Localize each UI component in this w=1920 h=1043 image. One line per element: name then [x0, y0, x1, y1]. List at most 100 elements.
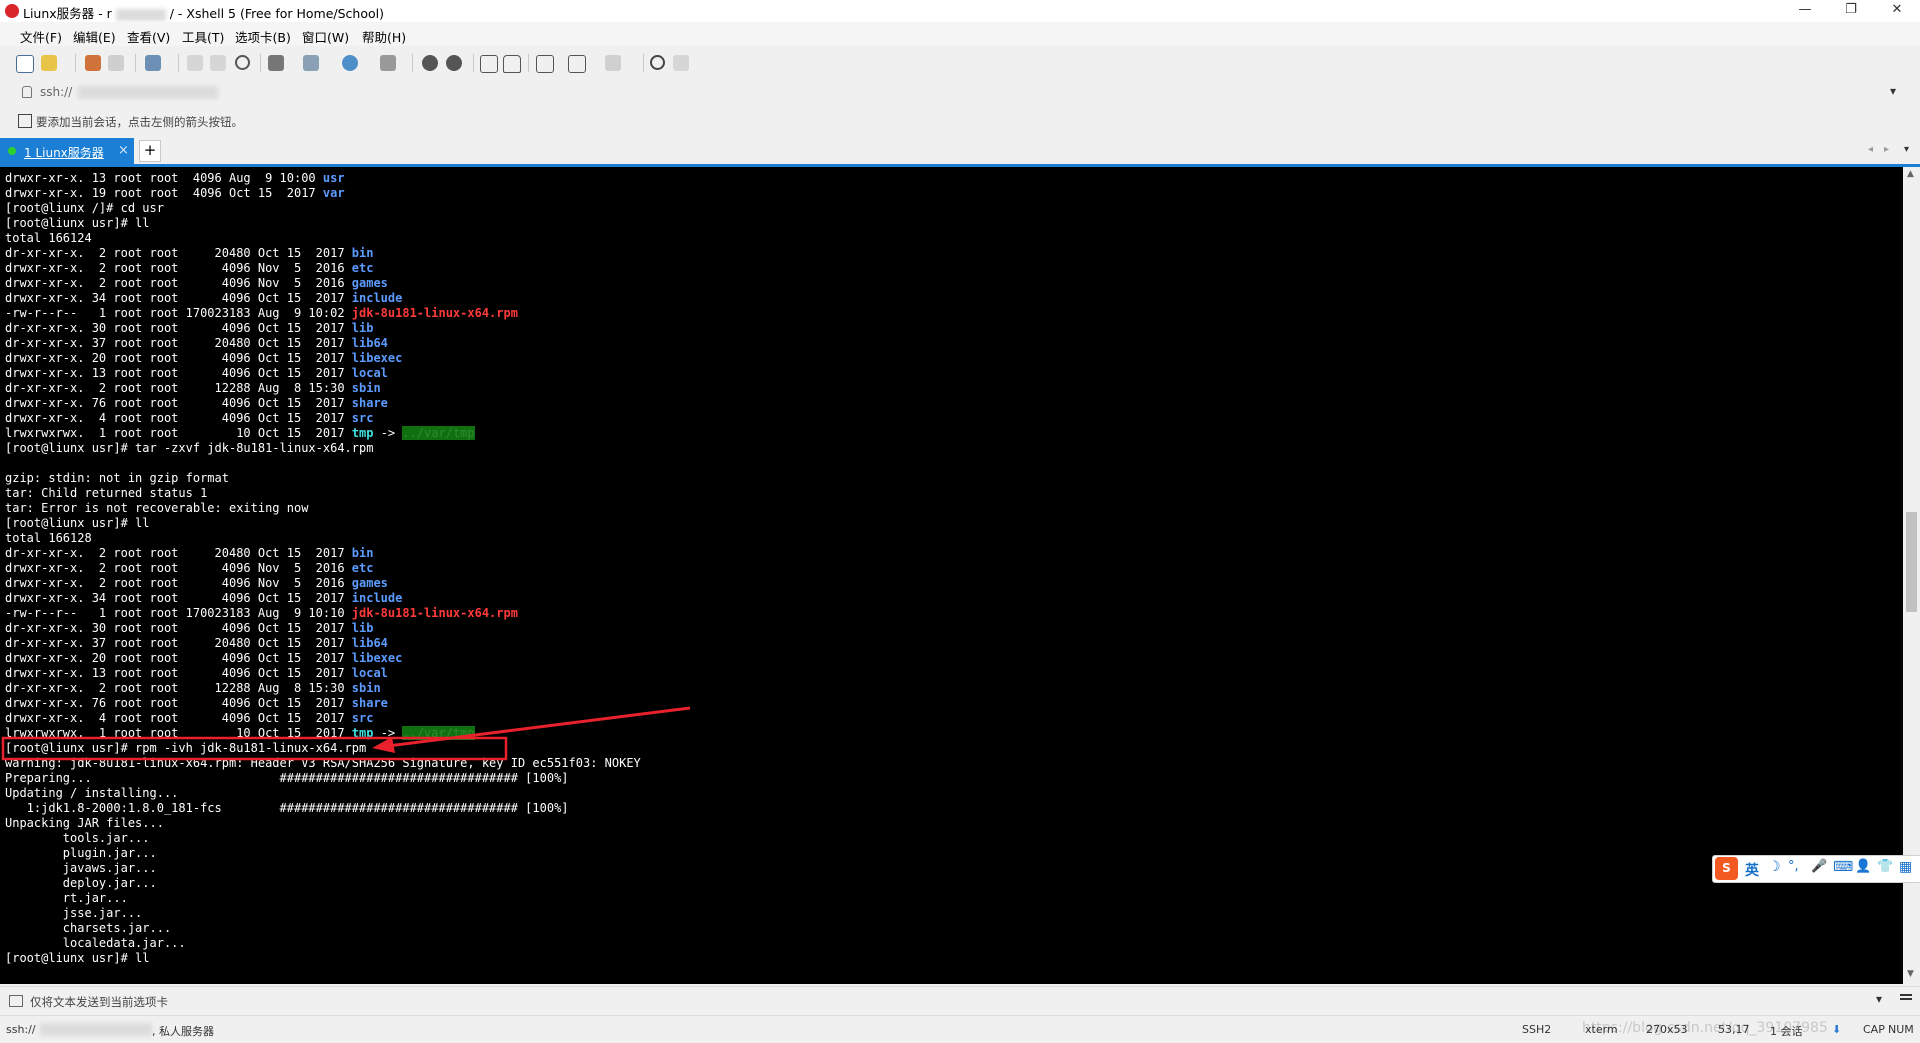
terminal-segment: src [351, 411, 374, 425]
terminal-line: [root@liunx /]# cd usr [5, 201, 164, 216]
terminal-segment: javaws.jar... [5, 861, 157, 875]
menu-help[interactable]: 帮助(H) [362, 27, 406, 46]
compose-bar-icon[interactable] [9, 995, 23, 1007]
scroll-up-icon[interactable]: ▲ [1907, 169, 1914, 179]
lock-icon[interactable] [503, 55, 521, 73]
status-sessions: 1 会话 [1770, 1025, 1803, 1038]
tile-icon[interactable] [605, 55, 621, 71]
disconnect-icon[interactable] [108, 55, 124, 71]
menu-file[interactable]: 文件(F) [20, 27, 62, 46]
fullscreen-icon[interactable] [480, 55, 498, 73]
toolbar-separator [528, 54, 529, 72]
menu-tabs[interactable]: 选项卡(B) [235, 27, 291, 46]
terminal-segment: src [351, 711, 374, 725]
tab-list-icon[interactable]: ▾ [1904, 144, 1909, 155]
properties-icon[interactable] [145, 55, 161, 71]
terminal-line: plugin.jar... [5, 846, 157, 861]
status-terminal-type: xterm [1585, 1023, 1618, 1036]
compose-bar[interactable]: 仅将文本发送到当前选项卡 ▾ [0, 986, 1920, 1015]
terminal-line: dr-xr-xr-x. 37 root root 20480 Oct 15 20… [5, 636, 388, 651]
terminal-segment: dr-xr-xr-x. 2 root root 20480 Oct 15 201… [5, 546, 352, 560]
reconnect-icon[interactable] [85, 55, 101, 71]
paste-icon[interactable] [210, 55, 226, 71]
ime-keyboard-icon[interactable]: ⌨ [1833, 859, 1853, 875]
terminal-segment: jdk-8u181-linux-x64.rpm [351, 606, 518, 620]
status-session-prefix: ssh:// [6, 1023, 36, 1036]
terminal-segment: games [351, 576, 388, 590]
ime-microphone-icon[interactable]: 🎤 [1811, 859, 1827, 874]
new-tab-button[interactable]: + [139, 140, 161, 162]
chat-icon[interactable] [673, 55, 689, 71]
open-folder-icon[interactable] [41, 55, 57, 71]
maximize-button[interactable]: ❐ [1828, 0, 1874, 22]
terminal-segment: [root@liunx usr]# ll [5, 951, 150, 965]
globe-icon[interactable] [342, 55, 358, 71]
add-session-arrow-icon[interactable] [18, 114, 32, 128]
terminal-segment: lib64 [351, 336, 388, 350]
terminal-segment: [root@liunx usr]# ll [5, 216, 150, 230]
minimize-button[interactable]: — [1782, 0, 1828, 22]
ime-grid-icon[interactable]: ▦ [1899, 859, 1912, 875]
scroll-down-icon[interactable]: ▼ [1907, 969, 1914, 979]
terminal-line: dr-xr-xr-x. 2 root root 12288 Aug 8 15:3… [5, 381, 381, 396]
tab-liunx-server[interactable]: 1 Liunx服务器 × [0, 138, 134, 164]
terminal-segment: drwxr-xr-x. 19 root root 4096 Oct 15 201… [5, 186, 323, 200]
ime-skin-icon[interactable]: 👕 [1877, 859, 1893, 874]
terminal-segment: include [351, 291, 403, 305]
terminal-segment: bin [351, 546, 374, 560]
tab-bar: 1 Liunx服务器 × + ◂ ▸ ▾ [0, 136, 1920, 167]
new-session-icon[interactable] [16, 55, 34, 73]
terminal-segment: tar: Child returned status 1 [5, 486, 208, 500]
script-icon[interactable] [446, 55, 462, 71]
window-title-suffix: / - Xshell 5 (Free for Home/School) [169, 6, 384, 21]
status-terminal-size: 270x53 [1646, 1023, 1688, 1036]
address-dropdown-icon[interactable]: ▾ [1890, 84, 1896, 98]
terminal-segment: drwxr-xr-x. 4 root root 4096 Oct 15 2017 [5, 411, 352, 425]
xftp-icon[interactable] [422, 55, 438, 71]
menu-edit[interactable]: 编辑(E) [73, 27, 116, 46]
keyboard-icon[interactable] [536, 55, 554, 73]
terminal-line: drwxr-xr-x. 2 root root 4096 Nov 5 2016 … [5, 261, 373, 276]
terminal-segment: local [351, 666, 388, 680]
font-icon[interactable] [380, 55, 396, 71]
tab-close-icon[interactable]: × [118, 143, 129, 158]
menu-tools[interactable]: 工具(T) [182, 27, 224, 46]
address-bar[interactable]: ssh:// ▾ [0, 80, 1920, 107]
terminal-segment: -rw-r--r-- 1 root root 170023183 Aug 9 1… [5, 606, 352, 620]
ime-moon-icon[interactable]: ☽ [1768, 859, 1781, 875]
terminal-output[interactable]: drwxr-xr-x. 13 root root 4096 Aug 9 10:0… [0, 167, 1903, 984]
terminal-line: drwxr-xr-x. 2 root root 4096 Nov 5 2016 … [5, 561, 373, 576]
terminal-line: tar: Child returned status 1 [5, 486, 207, 501]
ime-punctuation-icon[interactable]: °, [1788, 859, 1799, 874]
terminal-segment: libexec [351, 651, 403, 665]
transfer-icon[interactable] [303, 55, 319, 71]
help-icon[interactable] [650, 55, 665, 70]
tab-scroll-left-icon[interactable]: ◂ [1868, 144, 1873, 155]
ime-user-icon[interactable]: 👤 [1855, 859, 1871, 874]
terminal-segment: ../var/tmp [402, 726, 475, 740]
terminal-segment: [root@liunx usr]# ll [5, 516, 150, 530]
compose-menu-icon[interactable] [1900, 994, 1912, 1000]
terminal-segment: drwxr-xr-x. 2 root root 4096 Nov 5 2016 [5, 276, 352, 290]
new-tab-icon[interactable] [568, 55, 586, 73]
close-button[interactable]: ✕ [1874, 0, 1920, 22]
terminal-segment: etc [351, 261, 374, 275]
terminal-segment: plugin.jar... [5, 846, 157, 860]
print-icon[interactable] [268, 55, 284, 71]
find-icon[interactable] [235, 55, 250, 70]
terminal-line: tar: Error is not recoverable: exiting n… [5, 501, 308, 516]
sogou-logo-icon[interactable]: S [1715, 857, 1738, 880]
scrollbar-thumb[interactable] [1906, 512, 1917, 612]
terminal-segment: lrwxrwxrwx. 1 root root 10 Oct 15 2017 [5, 426, 352, 440]
menu-view[interactable]: 查看(V) [127, 27, 170, 46]
compose-dropdown-icon[interactable]: ▾ [1876, 992, 1882, 1006]
terminal-segment: drwxr-xr-x. 34 root root 4096 Oct 15 201… [5, 291, 352, 305]
terminal-segment: sbin [351, 681, 381, 695]
terminal-line: [root@liunx usr]# tar -zxvf jdk-8u181-li… [5, 441, 373, 456]
menu-window[interactable]: 窗口(W) [302, 27, 349, 46]
status-caps: CAP [1863, 1023, 1885, 1036]
ime-language-toggle[interactable]: 英 [1745, 860, 1759, 880]
terminal-segment: ../var/tmp [402, 426, 475, 440]
tab-scroll-right-icon[interactable]: ▸ [1884, 144, 1889, 155]
copy-icon[interactable] [187, 55, 203, 71]
